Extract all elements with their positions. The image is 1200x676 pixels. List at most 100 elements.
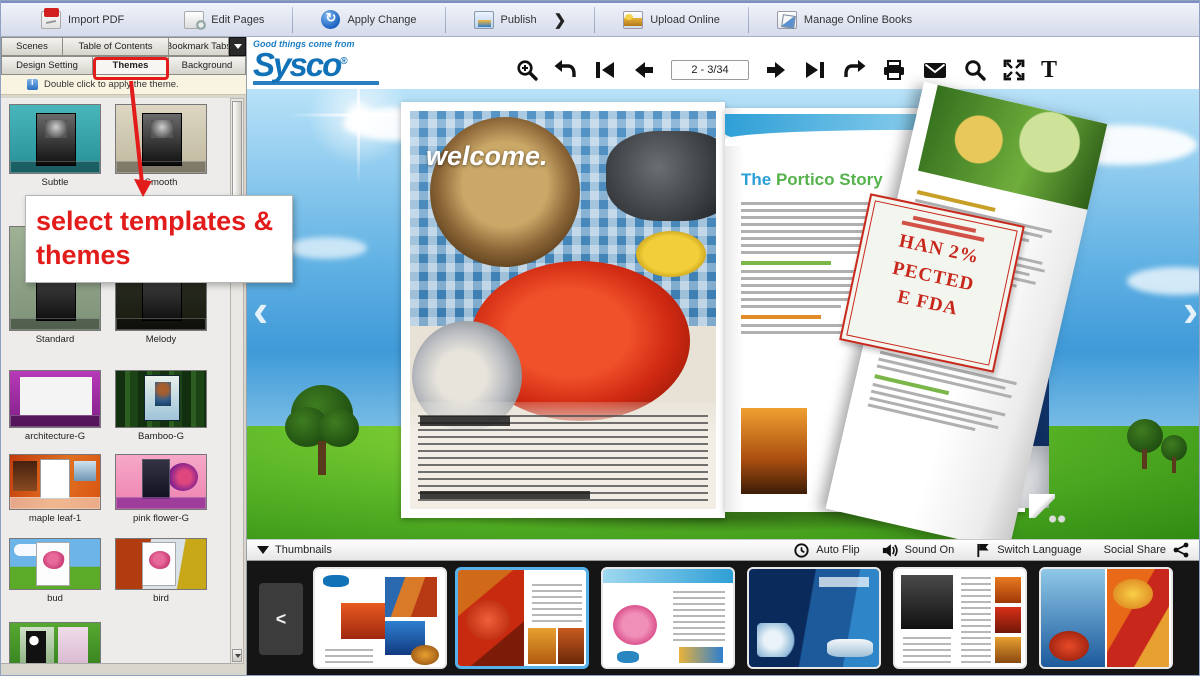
undo-icon[interactable] [554, 58, 578, 82]
page-thumbnail[interactable] [1039, 567, 1173, 669]
fda-stamp: HAN 2% PECTED E FDA [839, 193, 1025, 373]
page-number-input[interactable] [671, 60, 749, 80]
social-share-icon[interactable] [1173, 542, 1189, 558]
publish-button[interactable]: Publish ❯ [464, 8, 577, 32]
theme-thumbnail[interactable] [9, 104, 101, 174]
thumbnails-label: Thumbnails [275, 544, 332, 556]
publish-expand-icon[interactable]: ❯ [554, 11, 567, 29]
theme-thumbnail[interactable] [115, 538, 207, 590]
apply-change-button[interactable]: Apply Change [311, 7, 426, 32]
annotation-text: select templates & themes [26, 205, 292, 273]
next-page-icon[interactable] [764, 58, 788, 82]
print-icon[interactable] [881, 58, 907, 82]
edit-pages-icon [184, 11, 204, 29]
page-thumbnail[interactable] [601, 567, 735, 669]
theme-item[interactable]: architecture-G [5, 370, 105, 442]
theme-thumbnail[interactable] [115, 454, 207, 510]
tab-scenes[interactable]: Scenes [1, 37, 63, 56]
info-icon [27, 79, 38, 90]
manage-online-books-button[interactable]: Manage Online Books [767, 8, 922, 32]
viewer-bottom-bar: Thumbnails Auto Flip Sound On Switch Lan… [247, 539, 1200, 561]
page-thumbnail-current[interactable] [455, 567, 589, 669]
viewer-toolbar: T [515, 55, 1057, 85]
story-heading: The Portico Story [741, 170, 883, 190]
tabs-overflow-button[interactable] [229, 37, 246, 56]
tab-table-of-contents[interactable]: Table of Contents [63, 37, 169, 56]
theme-item[interactable]: Subtle [5, 104, 105, 188]
duck-photo [741, 408, 807, 494]
theme-name: bird [111, 593, 211, 604]
page-thumbnail-cover[interactable] [313, 567, 447, 669]
switch-language-icon[interactable] [976, 543, 990, 558]
annotation-arrow-icon [91, 79, 171, 205]
page-thumbnail[interactable] [893, 567, 1027, 669]
registered-mark: ® [340, 56, 345, 67]
thumbnails-toggle[interactable]: Thumbnails [247, 540, 332, 560]
theme-name: architecture-G [5, 431, 105, 442]
auto-flip-label[interactable]: Auto Flip [816, 544, 859, 556]
logo-brand: Sysco® [253, 49, 393, 80]
theme-name: Bamboo-G [111, 431, 211, 442]
theme-name: Melody [111, 334, 211, 345]
social-share-label[interactable]: Social Share [1104, 544, 1166, 556]
email-icon[interactable] [922, 58, 948, 82]
thumbnail-prev-button[interactable]: < [259, 583, 303, 655]
left-page-caption [410, 402, 716, 509]
tab-bookmark-tabs[interactable]: Bookmark Tabs [169, 37, 229, 56]
theme-item[interactable]: pink flower-G [111, 454, 211, 524]
theme-thumbnail[interactable] [9, 454, 101, 510]
first-page-icon[interactable] [593, 58, 617, 82]
theme-thumbnail[interactable] [9, 538, 101, 590]
tree [1159, 435, 1189, 475]
zoom-in-icon[interactable] [515, 58, 539, 82]
left-page-photo: welcome. [410, 111, 716, 509]
search-icon[interactable] [963, 58, 987, 82]
prev-page-arrow[interactable]: ‹ [253, 283, 268, 337]
last-page-icon[interactable] [803, 58, 827, 82]
cloud [287, 237, 367, 259]
app-window: Import PDF Edit Pages Apply Change Publi… [0, 0, 1200, 676]
theme-thumbnail[interactable] [115, 370, 207, 428]
theme-item[interactable]: Bamboo-G [111, 370, 211, 442]
redo-icon[interactable] [842, 58, 866, 82]
theme-name: Subtle [5, 177, 105, 188]
next-page-arrow[interactable]: › [1183, 283, 1198, 337]
upload-online-button[interactable]: Upload Online [613, 8, 730, 32]
theme-name: maple leaf-1 [5, 513, 105, 524]
import-pdf-button[interactable]: Import PDF [31, 8, 134, 32]
tab-background[interactable]: Background [169, 56, 246, 75]
prev-page-icon[interactable] [632, 58, 656, 82]
scrollbar-down-button[interactable] [232, 649, 242, 662]
tree [285, 385, 359, 481]
theme-thumbnail[interactable] [9, 622, 101, 664]
theme-item[interactable]: bird [111, 538, 211, 604]
publish-label: Publish [501, 14, 537, 26]
fullscreen-icon[interactable] [1002, 58, 1026, 82]
sound-on-icon[interactable] [882, 543, 898, 558]
theme-item[interactable]: bud [5, 538, 105, 604]
toolbar-separator [594, 7, 595, 33]
sound-on-label[interactable]: Sound On [905, 544, 955, 556]
theme-item[interactable]: maple leaf-1 [5, 454, 105, 524]
theme-list-scrollbar[interactable] [230, 98, 244, 664]
toolbar-separator [292, 7, 293, 33]
theme-thumbnail[interactable] [9, 370, 101, 428]
manage-online-books-label: Manage Online Books [804, 14, 912, 26]
edit-pages-button[interactable]: Edit Pages [174, 8, 274, 32]
pot-photo [606, 131, 716, 221]
theme-name: bud [5, 593, 105, 604]
welcome-title: welcome. [426, 141, 548, 172]
theme-name: pink flower-G [111, 513, 211, 524]
tab-design-setting[interactable]: Design Setting [1, 56, 93, 75]
theme-item[interactable]: Breeze-1 [5, 622, 105, 664]
page-thumbnail[interactable] [747, 567, 881, 669]
text-tool-icon[interactable]: T [1041, 58, 1057, 82]
page-thumbnail-strip: < [247, 561, 1200, 676]
switch-language-label[interactable]: Switch Language [997, 544, 1081, 556]
flipbook[interactable]: welcome. The Portico Story [401, 96, 1051, 526]
themes-tab-highlight [93, 57, 169, 80]
theme-name: Standard [5, 334, 105, 345]
book-left-page[interactable]: welcome. [401, 102, 725, 518]
upload-online-icon [623, 11, 643, 29]
auto-flip-icon[interactable] [794, 543, 809, 558]
